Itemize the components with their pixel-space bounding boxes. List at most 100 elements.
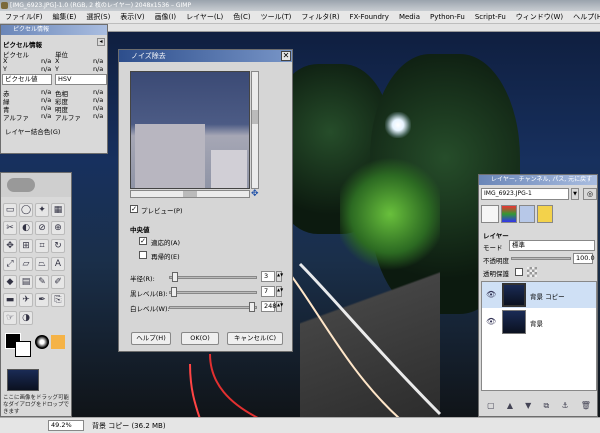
paintbrush-icon[interactable]: ✐ [51, 275, 65, 289]
anchor-icon[interactable]: ⚓ [561, 399, 568, 413]
spinner-arrows-icon[interactable]: ▲▼ [276, 286, 283, 297]
sample-mode-left[interactable]: ピクセル値 [2, 74, 52, 85]
menu-layer[interactable]: レイヤー(L) [181, 11, 228, 24]
cancel-button[interactable]: キャンセル(C) [227, 332, 283, 345]
image-select-dropdown[interactable]: IMG_6923.JPG-1 [481, 188, 569, 200]
perspective-icon[interactable]: ⏢ [35, 257, 49, 271]
layer-name[interactable]: 背景 コピー [530, 291, 565, 301]
black-level-input[interactable]: 7 [261, 286, 275, 297]
raise-layer-icon[interactable]: ▲ [507, 399, 513, 413]
lower-layer-icon[interactable]: ▼ [525, 399, 531, 413]
rotate-icon[interactable]: ↻ [51, 239, 65, 253]
foreground-select-icon[interactable]: ◐ [19, 221, 33, 235]
close-icon[interactable]: ✕ [281, 51, 291, 61]
airbrush-icon[interactable]: ✈ [19, 293, 33, 307]
opacity-slider[interactable] [511, 257, 571, 260]
radius-input[interactable]: 3 [261, 271, 275, 282]
color-picker-icon[interactable]: ⊘ [35, 221, 49, 235]
eye-icon[interactable]: 👁 [486, 290, 496, 299]
white-level-slider[interactable] [169, 306, 257, 309]
sample-merged-label[interactable]: レイヤー結合色(G) [5, 126, 60, 136]
menu-colors[interactable]: 色(C) [228, 11, 255, 24]
white-level-input[interactable]: 248 [261, 301, 276, 312]
pencil-icon[interactable]: ✎ [35, 275, 49, 289]
text-icon[interactable]: A [51, 257, 65, 271]
fuzzy-select-icon[interactable]: ✦ [35, 203, 49, 217]
duplicate-layer-icon[interactable]: ⧉ [543, 399, 549, 413]
menu-fx-foundry[interactable]: FX-Foundry [345, 11, 394, 24]
clone-icon[interactable]: ⎘ [51, 293, 65, 307]
lock-alpha-checkbox[interactable] [515, 268, 523, 276]
ink-icon[interactable]: ✒ [35, 293, 49, 307]
menu-select[interactable]: 選択(S) [81, 11, 115, 24]
scrollbar-thumb[interactable] [183, 191, 197, 197]
menu-tools[interactable]: ツール(T) [256, 11, 297, 24]
scale-icon[interactable]: ⤢ [3, 257, 17, 271]
layer-row[interactable]: 👁 背景 コピー [482, 282, 596, 308]
by-color-select-icon[interactable]: ▦ [51, 203, 65, 217]
opacity-input[interactable]: 100.0 [573, 253, 595, 264]
menu-help[interactable]: ヘルプ(H) [568, 11, 600, 24]
help-button[interactable]: ヘルプ(H) [131, 332, 171, 345]
black-level-slider[interactable] [169, 291, 257, 294]
menu-image[interactable]: 画像(I) [150, 11, 182, 24]
auto-icon[interactable]: ◎ [583, 188, 597, 200]
chevron-down-icon[interactable]: ▼ [571, 188, 579, 200]
zoom-icon[interactable]: ⊕ [51, 221, 65, 235]
ellipse-select-icon[interactable]: ◯ [19, 203, 33, 217]
navigate-icon[interactable]: ✥ [251, 190, 260, 199]
menu-python-fu[interactable]: Python-Fu [425, 11, 470, 24]
black-level-slider-thumb[interactable] [171, 287, 177, 297]
active-image-thumbnail[interactable] [7, 369, 39, 391]
background-color-swatch[interactable] [15, 341, 31, 357]
rect-select-icon[interactable]: ▭ [3, 203, 17, 217]
layer-name[interactable]: 背景 [530, 318, 543, 328]
brush-icon[interactable] [35, 335, 49, 349]
menu-script-fu[interactable]: Script-Fu [470, 11, 511, 24]
scissors-icon[interactable]: ✂ [3, 221, 17, 235]
tab-paths[interactable] [519, 205, 535, 223]
dodge-icon[interactable]: ◑ [19, 311, 33, 325]
radius-slider[interactable] [169, 276, 257, 279]
move-icon[interactable]: ✥ [3, 239, 17, 253]
menu-edit[interactable]: 編集(E) [48, 11, 82, 24]
preview-vertical-scrollbar[interactable] [251, 71, 259, 189]
sample-mode-right[interactable]: HSV [55, 74, 107, 85]
spinner-arrows-icon[interactable]: ▲▼ [276, 301, 283, 312]
scrollbar-thumb[interactable] [252, 110, 258, 124]
spinner-arrows-icon[interactable]: ▲▼ [276, 271, 283, 282]
pattern-icon[interactable] [51, 335, 65, 349]
drop-hint-text: ここに画像をドラッグ可能なダイアログをドロップできます [3, 395, 70, 415]
menu-windows[interactable]: ウィンドウ(W) [511, 11, 568, 24]
smudge-icon[interactable]: ☞ [3, 311, 17, 325]
ok-button[interactable]: OK(O) [181, 332, 219, 345]
delete-icon[interactable]: 🗑 [581, 399, 591, 413]
eye-icon[interactable]: 👁 [486, 317, 496, 326]
radius-slider-thumb[interactable] [172, 272, 178, 282]
shear-icon[interactable]: ▱ [19, 257, 33, 271]
tab-channels[interactable] [501, 205, 517, 223]
menu-file[interactable]: ファイル(F) [0, 11, 48, 24]
crop-icon[interactable]: ⌗ [35, 239, 49, 253]
recursive-checkbox[interactable] [139, 251, 147, 259]
menu-media[interactable]: Media [394, 11, 425, 24]
layers-list[interactable]: 👁 背景 コピー 👁 背景 [481, 281, 597, 391]
layer-row[interactable]: 👁 背景 [482, 309, 596, 335]
menu-filters[interactable]: フィルタ(R) [296, 11, 344, 24]
align-icon[interactable]: ⊞ [19, 239, 33, 253]
tab-layers[interactable] [481, 205, 499, 223]
bucket-fill-icon[interactable]: ◆ [3, 275, 17, 289]
zoom-level[interactable]: 49.2% [48, 420, 84, 431]
preview-horizontal-scrollbar[interactable] [130, 190, 250, 198]
mode-dropdown[interactable]: 標準 [509, 240, 595, 251]
value-value: n/a [93, 104, 104, 112]
blend-icon[interactable]: ▤ [19, 275, 33, 289]
new-layer-icon[interactable]: ▢ [487, 399, 495, 413]
menu-view[interactable]: 表示(V) [115, 11, 149, 24]
panel-menu-icon[interactable]: ◂ [97, 38, 105, 46]
preview-checkbox[interactable]: ✓ [130, 205, 138, 213]
eraser-icon[interactable]: ▬ [3, 293, 17, 307]
adaptive-checkbox[interactable]: ✓ [139, 237, 147, 245]
tab-undo-history[interactable] [537, 205, 553, 223]
white-level-slider-thumb[interactable] [249, 302, 255, 312]
